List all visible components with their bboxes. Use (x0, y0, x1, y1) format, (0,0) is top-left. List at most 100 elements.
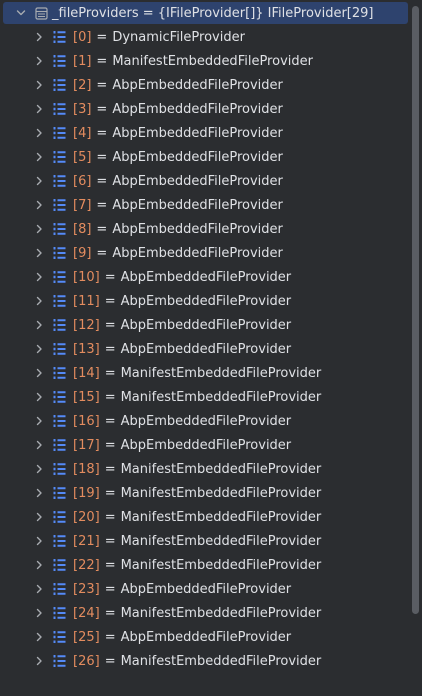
tree-row[interactable]: [24] = ManifestEmbeddedFileProvider (0, 601, 321, 625)
chevron-right-icon[interactable] (33, 319, 45, 331)
tree-row[interactable]: [6] = AbpEmbeddedFileProvider (0, 169, 283, 193)
item-index: [19] (73, 485, 100, 501)
item-index: [4] (73, 125, 92, 141)
tree-row-fileproviders[interactable]: _fileProviders = {IFileProvider[]} IFile… (3, 2, 408, 24)
chevron-right-icon[interactable] (33, 31, 45, 43)
chevron-right-icon[interactable] (33, 79, 45, 91)
chevron-right-icon[interactable] (33, 655, 45, 667)
item-value: AbpEmbeddedFileProvider (120, 293, 292, 309)
scrollbar-thumb[interactable] (412, 6, 419, 614)
tree-row[interactable]: [13] = AbpEmbeddedFileProvider (0, 337, 291, 361)
chevron-right-icon[interactable] (33, 415, 45, 427)
equals-sign: = (104, 437, 116, 453)
equals-sign: = (104, 653, 116, 669)
chevron-right-icon[interactable] (33, 247, 45, 259)
item-index: [11] (73, 293, 100, 309)
chevron-right-icon[interactable] (33, 103, 45, 115)
tree-row[interactable]: [21] = ManifestEmbeddedFileProvider (0, 529, 321, 553)
list-icon (53, 462, 66, 476)
tree-row[interactable]: [2] = AbpEmbeddedFileProvider (0, 73, 283, 97)
tree-row[interactable]: [22] = ManifestEmbeddedFileProvider (0, 553, 321, 577)
item-index: [8] (73, 221, 92, 237)
tree-row[interactable]: [9] = AbpEmbeddedFileProvider (0, 241, 283, 265)
tree-row[interactable]: [4] = AbpEmbeddedFileProvider (0, 121, 283, 145)
list-icon (53, 558, 66, 572)
chevron-right-icon[interactable] (33, 559, 45, 571)
vertical-scrollbar[interactable] (410, 0, 422, 696)
chevron-right-icon[interactable] (33, 511, 45, 523)
list-icon (53, 606, 66, 620)
list-icon (53, 486, 66, 500)
list-icon (53, 270, 66, 284)
item-value: AbpEmbeddedFileProvider (120, 629, 292, 645)
tree-row[interactable]: [25] = AbpEmbeddedFileProvider (0, 625, 291, 649)
chevron-right-icon[interactable] (33, 535, 45, 547)
item-index: [25] (73, 629, 100, 645)
chevron-right-icon[interactable] (33, 55, 45, 67)
chevron-right-icon[interactable] (33, 127, 45, 139)
equals-sign: = (96, 221, 108, 237)
tree-row[interactable]: [26] = ManifestEmbeddedFileProvider (0, 649, 321, 673)
tree-row[interactable]: [20] = ManifestEmbeddedFileProvider (0, 505, 321, 529)
tree-row[interactable]: [17] = AbpEmbeddedFileProvider (0, 433, 291, 457)
chevron-right-icon[interactable] (33, 175, 45, 187)
equals-sign: = (96, 173, 108, 189)
equals-sign: = (104, 557, 116, 573)
chevron-right-icon[interactable] (33, 391, 45, 403)
tree-row[interactable]: [3] = AbpEmbeddedFileProvider (0, 97, 283, 121)
tree-row[interactable]: [11] = AbpEmbeddedFileProvider (0, 289, 291, 313)
tree-row[interactable]: [7] = AbpEmbeddedFileProvider (0, 193, 283, 217)
chevron-right-icon[interactable] (33, 199, 45, 211)
chevron-right-icon[interactable] (33, 271, 45, 283)
item-index: [21] (73, 533, 100, 549)
item-index: [1] (73, 53, 92, 69)
chevron-right-icon[interactable] (33, 295, 45, 307)
item-index: [15] (73, 389, 100, 405)
list-icon (53, 294, 66, 308)
chevron-right-icon[interactable] (33, 151, 45, 163)
chevron-right-icon[interactable] (33, 439, 45, 451)
tree-row[interactable]: [10] = AbpEmbeddedFileProvider (0, 265, 291, 289)
tree-row[interactable]: [19] = ManifestEmbeddedFileProvider (0, 481, 321, 505)
tree-row[interactable]: [16] = AbpEmbeddedFileProvider (0, 409, 291, 433)
equals-sign: = (96, 77, 108, 93)
chevron-right-icon[interactable] (33, 583, 45, 595)
item-value: AbpEmbeddedFileProvider (120, 317, 292, 333)
chevron-right-icon[interactable] (33, 607, 45, 619)
chevron-right-icon[interactable] (33, 487, 45, 499)
chevron-right-icon[interactable] (33, 343, 45, 355)
item-value: AbpEmbeddedFileProvider (120, 581, 292, 597)
item-index: [2] (73, 77, 92, 93)
tree-row[interactable]: [12] = AbpEmbeddedFileProvider (0, 313, 291, 337)
item-index: [14] (73, 365, 100, 381)
tree-row[interactable]: [8] = AbpEmbeddedFileProvider (0, 217, 283, 241)
equals-sign: = (104, 293, 116, 309)
item-index: [22] (73, 557, 100, 573)
tree-row[interactable]: [5] = AbpEmbeddedFileProvider (0, 145, 283, 169)
item-value: AbpEmbeddedFileProvider (120, 341, 292, 357)
item-value: ManifestEmbeddedFileProvider (120, 461, 322, 477)
tree-row[interactable]: [1] = ManifestEmbeddedFileProvider (0, 49, 313, 73)
chevron-right-icon[interactable] (33, 223, 45, 235)
tree-row[interactable]: [15] = ManifestEmbeddedFileProvider (0, 385, 321, 409)
list-icon (53, 78, 66, 92)
item-value: AbpEmbeddedFileProvider (120, 437, 292, 453)
tree-row[interactable]: [18] = ManifestEmbeddedFileProvider (0, 457, 321, 481)
equals-sign: = (96, 125, 108, 141)
chevron-right-icon[interactable] (33, 631, 45, 643)
chevron-down-icon[interactable] (15, 7, 27, 19)
item-value: ManifestEmbeddedFileProvider (120, 389, 322, 405)
item-index: [7] (73, 197, 92, 213)
tree-row[interactable]: [0] = DynamicFileProvider (0, 25, 245, 49)
chevron-right-icon[interactable] (33, 367, 45, 379)
equals-sign: = (104, 413, 116, 429)
equals-sign: = (104, 341, 116, 357)
item-value: ManifestEmbeddedFileProvider (120, 605, 322, 621)
item-value: ManifestEmbeddedFileProvider (120, 485, 322, 501)
list-icon (53, 174, 66, 188)
tree-row[interactable]: [23] = AbpEmbeddedFileProvider (0, 577, 291, 601)
chevron-right-icon[interactable] (33, 463, 45, 475)
tree-row[interactable]: [14] = ManifestEmbeddedFileProvider (0, 361, 321, 385)
item-index: [3] (73, 101, 92, 117)
list-icon (53, 222, 66, 236)
